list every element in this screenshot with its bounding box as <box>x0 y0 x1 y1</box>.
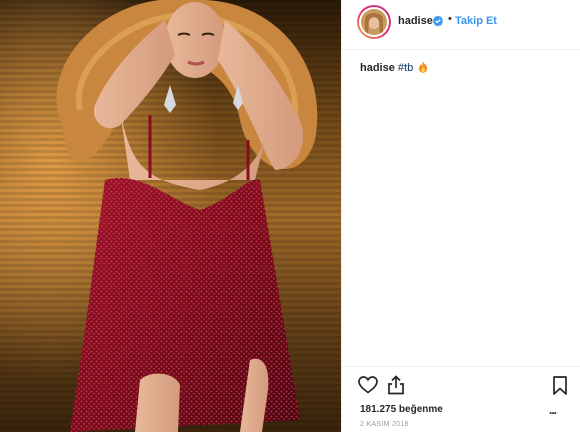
follow-button[interactable]: Takip Et <box>455 15 497 27</box>
bookmark-icon[interactable] <box>553 376 567 400</box>
fire-emoji-icon <box>418 61 428 73</box>
caption-username[interactable]: hadise <box>360 62 395 74</box>
share-icon[interactable] <box>387 375 405 400</box>
header-separator: • <box>448 13 452 25</box>
post-side-panel: hadise • Takip Et hadise #tb 181.275 beğ… <box>341 0 580 432</box>
post-actions: 181.275 beğenme ... 2 KASIM 2018 <box>342 366 580 432</box>
avatar-image <box>361 9 387 35</box>
post-date[interactable]: 2 KASIM 2018 <box>360 421 409 428</box>
post-caption: hadise #tb <box>360 61 428 74</box>
heart-icon[interactable] <box>358 376 378 399</box>
caption-hashtag[interactable]: #tb <box>398 62 413 74</box>
post-photo[interactable] <box>0 0 341 432</box>
avatar-ring <box>359 7 389 37</box>
avatar[interactable] <box>357 5 391 39</box>
likes-count[interactable]: 181.275 beğenme <box>360 404 443 415</box>
more-options-button[interactable]: ... <box>549 403 557 417</box>
verified-badge-icon <box>432 14 444 27</box>
author-username[interactable]: hadise <box>398 15 433 27</box>
photo-illustration <box>0 0 341 432</box>
post-header: hadise • Takip Et <box>342 0 580 50</box>
